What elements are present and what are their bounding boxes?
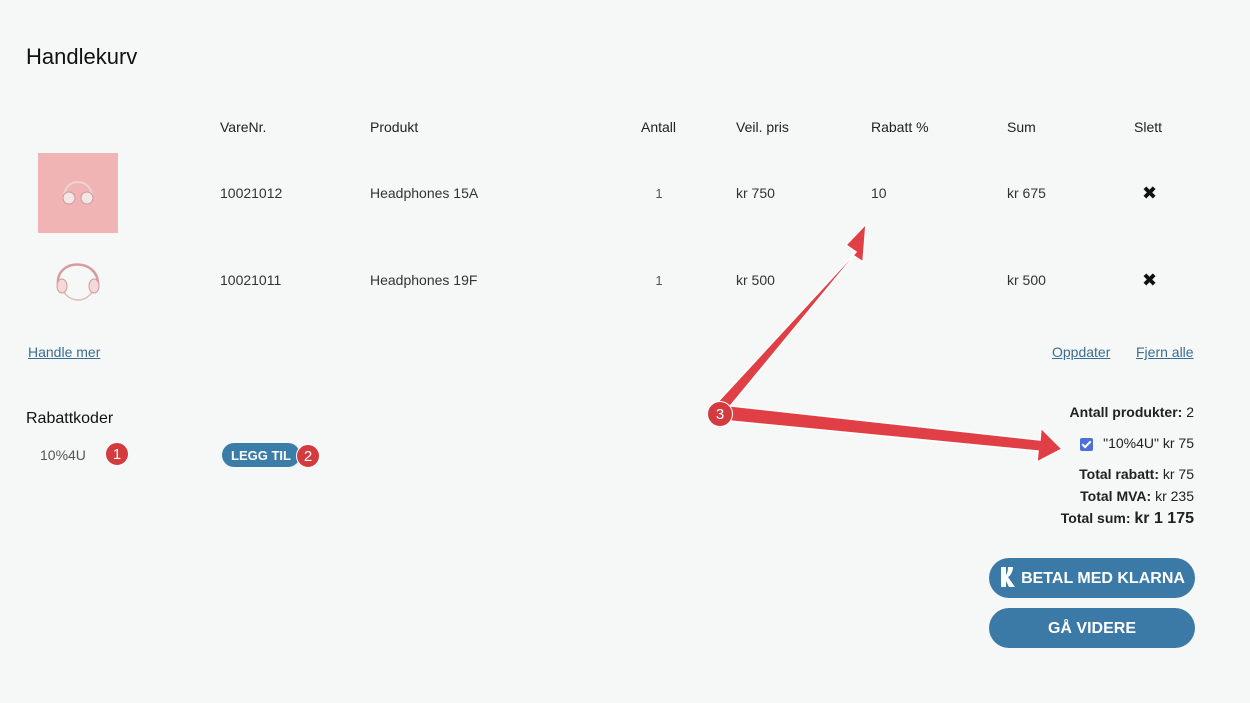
total-rabatt-label: Total rabatt: bbox=[1079, 466, 1159, 482]
row2-sum: kr 500 bbox=[1007, 272, 1046, 288]
klarna-icon bbox=[1001, 567, 1016, 587]
klarna-button-label: BETAL MED KLARNA bbox=[1021, 570, 1185, 587]
total-mva-label: Total MVA: bbox=[1080, 488, 1152, 504]
header-pris: Veil. pris bbox=[736, 119, 789, 135]
legg-til-button[interactable]: LEGG TIL bbox=[222, 443, 300, 467]
annotation-badge-1: 1 bbox=[105, 442, 129, 466]
header-sum: Sum bbox=[1007, 119, 1036, 135]
row2-varenr: 10021011 bbox=[220, 272, 282, 288]
row1-delete-button[interactable]: ✖ bbox=[1142, 183, 1157, 204]
applied-code-text: "10%4U" kr 75 bbox=[1103, 435, 1194, 451]
total-sum-label: Total sum: bbox=[1060, 510, 1131, 526]
row1-quantity-input[interactable]: 1 bbox=[629, 186, 689, 201]
row2-produkt: Headphones 19F bbox=[370, 272, 478, 288]
row1-pris: kr 750 bbox=[736, 185, 775, 201]
close-icon: ✖ bbox=[1142, 270, 1158, 290]
antall-produkter: Antall produkter: 2 bbox=[1070, 404, 1194, 420]
handle-mer-link[interactable]: Handle mer bbox=[28, 344, 100, 360]
row1-varenr: 10021012 bbox=[220, 185, 283, 201]
rabattkoder-title: Rabattkoder bbox=[26, 410, 114, 427]
annotation-badge-2: 2 bbox=[296, 444, 320, 468]
applied-code-checkbox[interactable] bbox=[1080, 437, 1094, 451]
headphones-white-thumbnail bbox=[56, 263, 100, 301]
headphones-pink-thumbnail bbox=[62, 181, 94, 205]
total-sum-value: kr 1 175 bbox=[1134, 510, 1194, 527]
row1-rabatt: 10 bbox=[871, 185, 887, 201]
product-image-headphones-19f[interactable] bbox=[38, 240, 118, 320]
row2-quantity-input[interactable]: 1 bbox=[629, 273, 689, 288]
total-rabatt: Total rabatt: kr 75 bbox=[1079, 466, 1194, 482]
ga-videre-button[interactable]: GÅ VIDERE bbox=[989, 608, 1195, 648]
total-mva-value: kr 235 bbox=[1155, 488, 1194, 504]
row1-produkt: Headphones 15A bbox=[370, 185, 479, 201]
applied-code-row: "10%4U" kr 75 bbox=[1080, 435, 1194, 451]
header-rabatt: Rabatt % bbox=[871, 119, 929, 135]
row1-sum: kr 675 bbox=[1007, 185, 1046, 201]
row2-delete-button[interactable]: ✖ bbox=[1142, 270, 1157, 291]
close-icon: ✖ bbox=[1142, 183, 1158, 203]
product-image-headphones-15a[interactable] bbox=[38, 153, 118, 233]
arrow-to-applied-code bbox=[719, 404, 1064, 464]
antall-label: Antall produkter: bbox=[1069, 404, 1183, 420]
page-title: Handlekurv bbox=[26, 44, 138, 69]
header-antall: Antall bbox=[641, 119, 677, 135]
header-varenr: VareNr. bbox=[220, 119, 267, 135]
arrow-to-rabatt bbox=[713, 221, 867, 418]
header-slett: Slett bbox=[1134, 119, 1163, 135]
betal-med-klarna-button[interactable]: BETAL MED KLARNA bbox=[989, 558, 1195, 598]
total-rabatt-value: kr 75 bbox=[1162, 466, 1194, 482]
oppdater-link[interactable]: Oppdater bbox=[1052, 344, 1110, 360]
row2-pris: kr 500 bbox=[736, 272, 775, 288]
header-produkt: Produkt bbox=[370, 119, 419, 135]
total-mva: Total MVA: kr 235 bbox=[1080, 488, 1194, 504]
annotation-badge-3: 3 bbox=[707, 401, 733, 427]
total-sum: Total sum: kr 1 175 bbox=[1061, 510, 1194, 528]
fjern-alle-link[interactable]: Fjern alle bbox=[1136, 344, 1194, 360]
antall-value: 2 bbox=[1186, 404, 1194, 420]
